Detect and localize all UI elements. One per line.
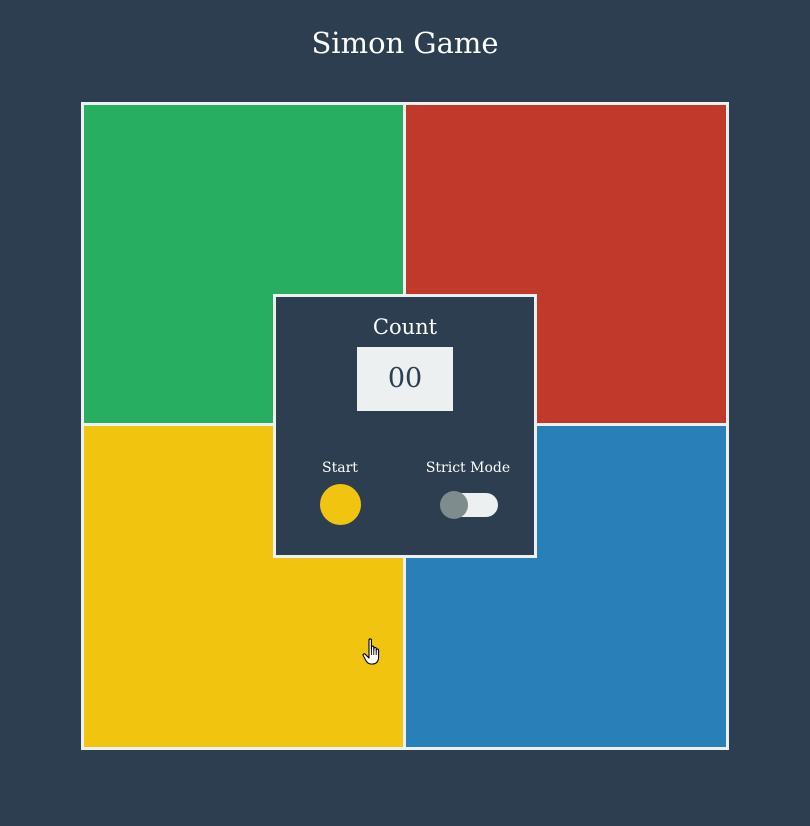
strict-mode-label: Strict Mode: [425, 460, 511, 476]
hand-pointer-icon: [362, 638, 380, 665]
start-button[interactable]: [320, 484, 361, 525]
start-label: Start: [322, 460, 358, 476]
control-panel: Count 00 Start Strict Mode: [273, 294, 537, 558]
count-display: 00: [357, 347, 453, 411]
strict-mode-toggle[interactable]: [440, 491, 498, 519]
toggle-knob: [440, 491, 468, 519]
count-label: Count: [372, 315, 438, 339]
page-title: Simon Game: [311, 26, 499, 60]
